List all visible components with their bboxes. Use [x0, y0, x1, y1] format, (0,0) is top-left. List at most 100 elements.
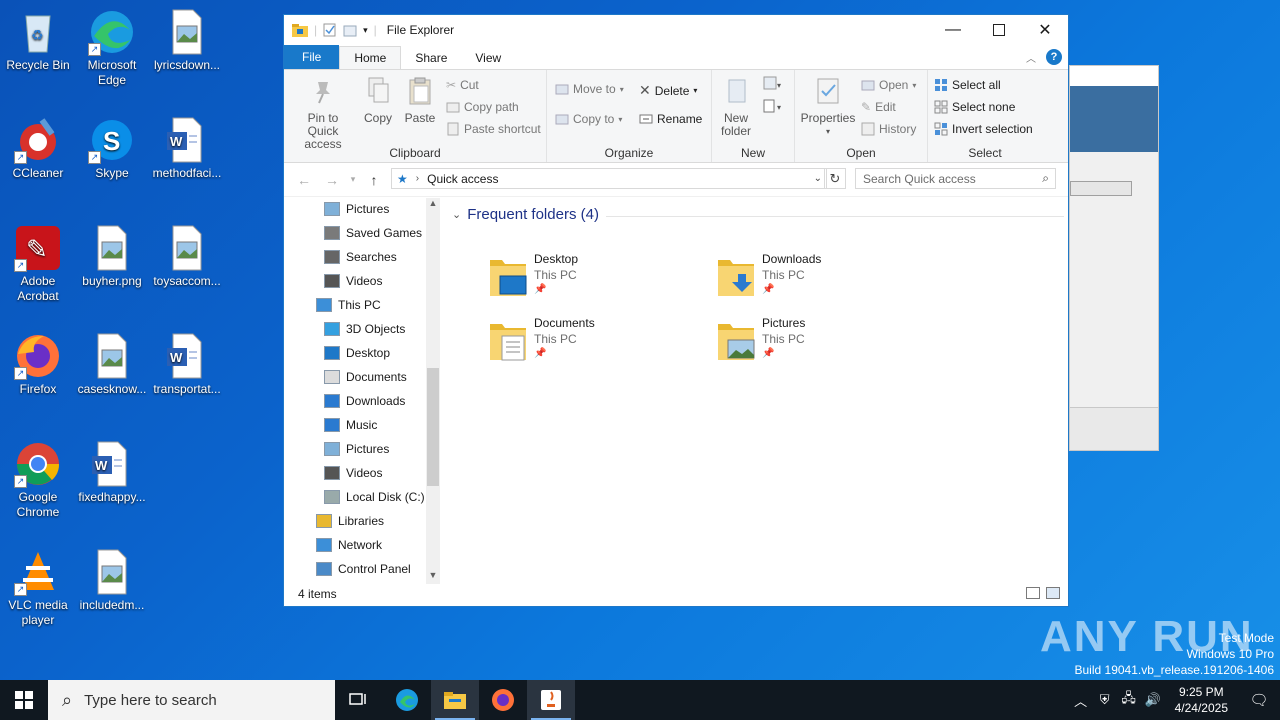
nav-item-network[interactable]: Network: [316, 538, 382, 552]
desktop-icon-vlc-media-player[interactable]: ↗ VLC media player: [0, 548, 76, 628]
new-folder-qa-icon[interactable]: [343, 23, 357, 37]
clock[interactable]: 9:25 PM 4/24/2025: [1165, 684, 1238, 716]
taskbar-file-explorer[interactable]: [431, 680, 479, 720]
desktop-icon-lyricsdown[interactable]: lyricsdown...: [149, 8, 225, 73]
address-path[interactable]: Quick access: [427, 172, 498, 186]
nav-item-documents[interactable]: Documents: [324, 370, 407, 384]
desktop-icon-ccleaner[interactable]: ↗ CCleaner: [0, 116, 76, 181]
invert-selection-button[interactable]: Invert selection: [934, 122, 1033, 136]
desktop-icon-firefox[interactable]: ↗ Firefox: [0, 332, 76, 397]
new-item-icon[interactable]: ▾: [762, 76, 784, 92]
address-bar[interactable]: ★ › Quick access ⌄: [391, 168, 827, 189]
open-button[interactable]: Open ▾: [861, 78, 916, 92]
nav-item-3d-objects[interactable]: 3D Objects: [324, 322, 405, 336]
nav-item-pictures[interactable]: Pictures: [324, 202, 389, 216]
desktop-icon-includedm[interactable]: includedm...: [74, 548, 150, 613]
cut-button[interactable]: ✂ Cut: [446, 78, 479, 92]
desktop-icon-transportat[interactable]: Wtransportat...: [149, 332, 225, 397]
nav-item-searches[interactable]: Searches: [324, 250, 397, 264]
forward-arrow-icon[interactable]: →: [318, 172, 346, 188]
collapse-ribbon-icon[interactable]: ︿: [1026, 50, 1036, 65]
folder-tile-pictures[interactable]: Pictures This PC 📌: [716, 312, 936, 368]
desktop-icon-google-chrome[interactable]: ↗ Google Chrome: [0, 440, 76, 520]
volume-icon[interactable]: 🔊: [1141, 692, 1165, 708]
tab-file[interactable]: File: [284, 45, 340, 69]
recent-locations-icon[interactable]: ▾: [346, 174, 360, 185]
nav-item-local-disk-c[interactable]: Local Disk (C:): [324, 490, 425, 504]
taskbar-firefox[interactable]: [479, 680, 527, 720]
desktop-icon-fixedhappy[interactable]: Wfixedhappy...: [74, 440, 150, 505]
nav-item-control-panel[interactable]: Control Panel: [316, 562, 411, 576]
copy-path-button[interactable]: Copy path: [446, 100, 519, 114]
large-icons-view-icon[interactable]: [1046, 587, 1060, 599]
select-none-button[interactable]: Select none: [934, 100, 1015, 114]
breadcrumb-chevron-icon[interactable]: ›: [416, 173, 419, 184]
scrollbar-thumb[interactable]: [427, 368, 439, 486]
scroll-up-icon[interactable]: ▲: [426, 198, 440, 212]
rename-button[interactable]: Rename: [639, 112, 702, 126]
pin-to-quick-access-button[interactable]: Pin to Quick access: [288, 76, 358, 151]
taskbar-search-box[interactable]: ⌕ Type here to search: [48, 680, 335, 720]
nav-item-this-pc[interactable]: This PC: [316, 298, 381, 312]
copy-to-button[interactable]: Copy to ▾: [555, 112, 622, 126]
nav-item-desktop[interactable]: Desktop: [324, 346, 390, 360]
show-hidden-icons-icon[interactable]: ︿: [1069, 691, 1093, 710]
copy-button[interactable]: Copy: [360, 76, 396, 125]
tab-home[interactable]: Home: [339, 46, 402, 69]
maximize-button[interactable]: [976, 15, 1022, 45]
refresh-button[interactable]: ↻: [824, 168, 846, 189]
collapse-chevron-icon[interactable]: ⌄: [452, 208, 461, 221]
folder-tile-desktop[interactable]: Desktop This PC 📌: [488, 248, 708, 304]
nav-item-videos[interactable]: Videos: [324, 274, 382, 288]
minimize-button[interactable]: —: [930, 15, 976, 45]
folder-tile-documents[interactable]: Documents This PC 📌: [488, 312, 708, 368]
new-folder-button[interactable]: New folder: [716, 76, 758, 138]
easy-access-icon[interactable]: ▾: [762, 98, 784, 114]
task-view-button[interactable]: [335, 680, 383, 720]
details-view-icon[interactable]: [1026, 587, 1040, 599]
edit-button[interactable]: ✎ Edit: [861, 100, 896, 114]
tab-view[interactable]: View: [461, 47, 515, 69]
defender-icon[interactable]: ⛨: [1093, 692, 1117, 708]
help-icon[interactable]: ?: [1046, 49, 1062, 65]
title-bar[interactable]: | ▾ | File Explorer — ✕: [284, 15, 1068, 45]
folder-tile-downloads[interactable]: Downloads This PC 📌: [716, 248, 936, 304]
desktop-icon-methodfaci[interactable]: Wmethodfaci...: [149, 116, 225, 181]
desktop-icon-casesknow[interactable]: casesknow...: [74, 332, 150, 397]
desktop-icon-adobe-acrobat[interactable]: ✎ ↗ Adobe Acrobat: [0, 224, 76, 304]
desktop-icon-skype[interactable]: S ↗ Skype: [74, 116, 150, 181]
delete-button[interactable]: ✕ Delete ▾: [639, 82, 697, 99]
back-arrow-icon[interactable]: ←: [290, 172, 318, 188]
nav-item-downloads[interactable]: Downloads: [324, 394, 405, 408]
start-button[interactable]: [0, 680, 48, 720]
background-window-titlebar[interactable]: [1070, 66, 1158, 86]
network-tray-icon[interactable]: 🖧: [1117, 689, 1141, 711]
search-box[interactable]: Search Quick access ⌕: [855, 168, 1056, 189]
address-dropdown-icon[interactable]: ⌄: [814, 173, 822, 184]
nav-item-pictures[interactable]: Pictures: [324, 442, 389, 456]
desktop-icon-microsoft-edge[interactable]: ↗ Microsoft Edge: [74, 8, 150, 88]
frequent-folders-header[interactable]: ⌄ Frequent folders (4): [452, 206, 599, 223]
select-all-button[interactable]: Select all: [934, 78, 1001, 92]
taskbar-edge[interactable]: [383, 680, 431, 720]
paste-shortcut-button[interactable]: Paste shortcut: [446, 122, 541, 136]
properties-qa-icon[interactable]: [323, 23, 337, 37]
nav-scrollbar[interactable]: ▲ ▼: [426, 198, 440, 584]
history-button[interactable]: History: [861, 122, 916, 136]
desktop-icon-buyher-png[interactable]: buyher.png: [74, 224, 150, 289]
nav-item-music[interactable]: Music: [324, 418, 377, 432]
paste-button[interactable]: Paste: [400, 76, 440, 125]
qa-dropdown-icon[interactable]: ▾: [363, 25, 368, 36]
taskbar-java-app[interactable]: [527, 680, 575, 720]
move-to-button[interactable]: Move to ▾: [555, 82, 624, 96]
desktop-icon-toysaccom[interactable]: toysaccom...: [149, 224, 225, 289]
tab-share[interactable]: Share: [401, 47, 461, 69]
desktop-icon-recycle-bin[interactable]: ♻ Recycle Bin: [0, 8, 76, 73]
up-arrow-icon[interactable]: ↑: [360, 172, 388, 188]
nav-item-saved-games[interactable]: Saved Games: [324, 226, 422, 240]
properties-button[interactable]: Properties ▾: [799, 76, 857, 138]
nav-item-libraries[interactable]: Libraries: [316, 514, 384, 528]
nav-item-videos[interactable]: Videos: [324, 466, 382, 480]
notifications-icon[interactable]: 🗨: [1238, 691, 1280, 709]
background-window[interactable]: [1069, 65, 1159, 451]
